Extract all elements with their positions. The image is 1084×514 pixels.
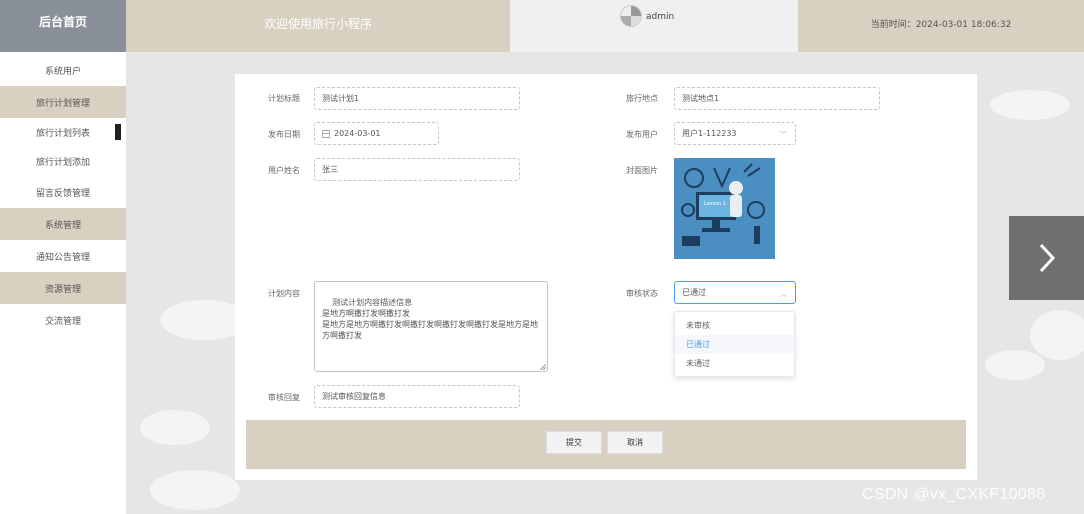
avatar[interactable] [620,5,642,27]
travel-location-input[interactable]: 测试地点1 [674,87,880,110]
review-status-option-rejected[interactable]: 未通过 [675,354,794,373]
publish-date-value: 2024-03-01 [334,129,381,138]
review-status-label: 审核状态 [626,289,658,298]
review-status-dropdown: 未审核 已通过 未通过 [674,311,795,377]
cover-image-label: 封面图片 [626,166,658,175]
plan-content-textarea[interactable]: 测试计划内容描述信息 是地方啊撒打发啊撒打发 是地方是地方啊撒打发啊撒打发啊撒打… [314,281,548,372]
publish-user-label: 发布用户 [626,130,658,139]
background-decoration [985,350,1045,380]
plan-title-input[interactable]: 测试计划1 [314,87,520,110]
publish-date-label: 发布日期 [268,130,300,139]
plan-content-value: 测试计划内容描述信息 是地方啊撒打发啊撒打发 是地方是地方啊撒打发啊撒打发啊撒打… [322,298,538,340]
user-name-label: 用户姓名 [268,166,300,175]
sidebar-item-notice[interactable]: 通知公告管理 [0,240,126,272]
chevron-up-icon: ︿ [780,290,787,298]
sidebar: 系统用户 旅行计划管理 旅行计划列表 旅行计划添加 留言反馈管理 系统管理 通知… [0,52,126,514]
travel-location-label: 旅行地点 [626,94,658,103]
watermark: CSDN @vx_CXKF10088 [862,486,1046,503]
background-decoration [150,470,240,510]
top-bar: 后台首页 欢迎使用旅行小程序 admin 当前时间：2024-03-01 18:… [0,0,1084,52]
resize-handle[interactable] [540,364,546,370]
review-status-value: 已通过 [682,288,706,297]
sidebar-group-travel-plan[interactable]: 旅行计划管理 [0,86,126,118]
chevron-down-icon: ﹀ [780,131,787,139]
background-decoration [990,90,1070,120]
current-time: 当前时间：2024-03-01 18:06:32 [798,0,1084,52]
review-status-select[interactable]: 已通过 ︿ [674,281,796,304]
welcome-title: 欢迎使用旅行小程序 [126,0,510,52]
sidebar-group-resources[interactable]: 资源管理 [0,272,126,304]
background-decoration [1030,310,1084,360]
publish-user-select[interactable]: 用户1-112233 ﹀ [674,122,796,145]
review-reply-label: 审核回复 [268,393,300,402]
background-decoration [140,410,210,445]
sidebar-group-system[interactable]: 系统管理 [0,208,126,240]
plan-content-label: 计划内容 [268,289,300,298]
publish-date-picker[interactable]: 2024-03-01 [314,122,439,145]
calendar-icon [322,129,330,138]
review-status-option-approved[interactable]: 已通过 [675,335,794,354]
cover-illustration: Lesson 1 [681,163,765,246]
sidebar-item-travel-plan-add[interactable]: 旅行计划添加 [0,147,126,176]
plan-title-label: 计划标题 [268,94,300,103]
edit-form-card: 计划标题 测试计划1 旅行地点 测试地点1 发布日期 2024-03-01 发布… [235,74,977,480]
review-status-option-pending[interactable]: 未审核 [675,316,794,335]
form-footer [246,420,966,469]
cover-image[interactable]: Lesson 1 [674,158,775,259]
sidebar-item-feedback[interactable]: 留言反馈管理 [0,176,126,208]
cancel-button[interactable]: 取消 [607,431,663,454]
home-logo[interactable]: 后台首页 [0,0,126,52]
publish-user-value: 用户1-112233 [682,129,737,138]
cover-caption: Lesson 1 [704,201,726,207]
sidebar-item-exchange[interactable]: 交流管理 [0,304,126,336]
username[interactable]: admin [646,12,674,22]
user-name-input[interactable]: 张三 [314,158,520,181]
sidebar-item-travel-plan-list[interactable]: 旅行计划列表 [0,118,126,147]
user-panel[interactable]: admin [510,0,798,52]
submit-button[interactable]: 提交 [546,431,602,454]
next-page-button[interactable] [1009,216,1084,300]
review-reply-input[interactable]: 测试审核回复信息 [314,385,520,408]
chevron-right-icon [1039,243,1055,273]
sidebar-item-system-users[interactable]: 系统用户 [0,54,126,86]
